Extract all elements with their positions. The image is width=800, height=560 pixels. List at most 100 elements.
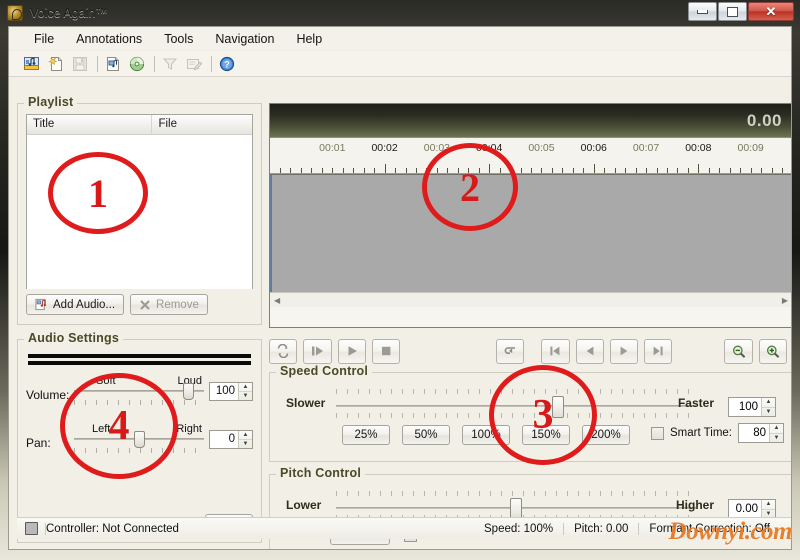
volume-spinner[interactable]: 100 ▲ ▼ <box>209 382 253 401</box>
playlist-column-file[interactable]: File <box>152 115 252 135</box>
loop-button[interactable] <box>269 339 297 364</box>
maximize-button[interactable] <box>718 2 747 21</box>
smart-time-checkbox[interactable] <box>651 427 664 440</box>
speed-decrement-button[interactable]: ▼ <box>762 408 775 417</box>
menu-item-navigation[interactable]: Navigation <box>204 29 285 49</box>
pan-ticks <box>74 448 204 453</box>
ruler-tick <box>740 168 741 173</box>
new-document-icon[interactable] <box>46 54 66 74</box>
audio-settings-title: Audio Settings <box>24 331 123 345</box>
volume-slider[interactable]: Soft Loud <box>74 375 204 409</box>
menu-item-help[interactable]: Help <box>285 29 333 49</box>
pitch-spinner-arrows: ▲ ▼ <box>761 500 775 518</box>
playlist-body[interactable] <box>27 135 252 289</box>
speed-preset-200[interactable]: 200% <box>582 425 630 445</box>
speed-ticks-bottom <box>336 413 696 418</box>
ruler-tick <box>677 168 678 173</box>
smart-time-decrement-button[interactable]: ▼ <box>770 434 783 443</box>
speed-spinner[interactable]: 100 ▲ ▼ <box>728 397 776 417</box>
stop-button[interactable] <box>372 339 400 364</box>
pitch-increment-button[interactable]: ▲ <box>762 500 775 510</box>
pitch-spinner[interactable]: 0.00 ▲ ▼ <box>728 499 776 519</box>
menu-item-file[interactable]: File <box>23 29 65 49</box>
volume-thumb[interactable] <box>183 383 194 400</box>
skip-to-start-button[interactable] <box>541 339 569 364</box>
volume-min-label: Soft <box>96 375 116 387</box>
right-panel: 0.00 00:0100:0200:0300:0400:0500:0600:07… <box>269 103 792 543</box>
waveform-scrollbar[interactable]: ◀ ▶ <box>270 292 792 307</box>
ruler-tick <box>385 164 386 173</box>
speed-track[interactable] <box>336 405 696 407</box>
resize-grip-icon[interactable] <box>786 523 792 535</box>
minimize-button[interactable] <box>688 2 717 21</box>
burn-disc-icon[interactable] <box>127 54 147 74</box>
volume-increment-button[interactable]: ▲ <box>239 383 252 392</box>
skip-to-end-button[interactable] <box>644 339 672 364</box>
remove-button[interactable]: Remove <box>130 294 208 315</box>
ruler-tick <box>301 168 302 173</box>
smart-time-spinner[interactable]: 80 ▲ ▼ <box>738 423 784 443</box>
open-audio-icon[interactable] <box>22 54 42 74</box>
loop-back-button[interactable] <box>496 339 524 364</box>
pan-slider[interactable]: Left Right <box>74 423 204 457</box>
pan-increment-button[interactable]: ▲ <box>239 431 252 440</box>
scroll-left-icon[interactable]: ◀ <box>272 296 282 305</box>
speed-increment-button[interactable]: ▲ <box>762 398 775 408</box>
ruler-tick <box>500 168 501 173</box>
pan-decrement-button[interactable]: ▼ <box>239 440 252 448</box>
ruler-tick <box>521 168 522 173</box>
ruler-tick <box>782 168 783 173</box>
timeline-ruler[interactable]: 00:0100:0200:0300:0400:0500:0600:0700:08… <box>270 138 792 174</box>
zoom-in-button[interactable] <box>759 339 787 364</box>
pitch-control-title: Pitch Control <box>276 466 365 480</box>
zoom-out-button[interactable] <box>724 339 752 364</box>
scroll-right-icon[interactable]: ▶ <box>780 296 790 305</box>
step-back-button[interactable] <box>576 339 604 364</box>
pan-spinner[interactable]: 0 ▲ ▼ <box>209 430 253 449</box>
ruler-tick <box>437 168 438 173</box>
smart-time-row: Smart Time: 80 ▲ ▼ <box>651 423 784 443</box>
ruler-tick <box>615 168 616 173</box>
filter-icon[interactable] <box>160 54 180 74</box>
speed-preset-100[interactable]: 100% <box>462 425 510 445</box>
export-document-icon[interactable] <box>103 54 123 74</box>
controller-icon <box>25 522 38 535</box>
ruler-tick <box>709 168 710 173</box>
ruler-tick <box>311 168 312 173</box>
save-icon[interactable] <box>70 54 90 74</box>
speed-preset-50[interactable]: 50% <box>402 425 450 445</box>
speed-preset-150[interactable]: 150% <box>522 425 570 445</box>
window-title: Voice Again™ <box>30 6 108 20</box>
ruler-label: 00:02 <box>371 142 397 154</box>
status-right: Speed: 100% Pitch: 0.00 Formant Correcti… <box>474 523 792 535</box>
help-icon[interactable]: ? <box>217 54 237 74</box>
add-audio-button[interactable]: Add Audio... <box>26 294 124 315</box>
speed-ticks-top <box>336 389 696 394</box>
ruler-tick <box>531 168 532 173</box>
menu-item-tools[interactable]: Tools <box>153 29 204 49</box>
client-area: File Annotations Tools Navigation Help <box>8 26 792 550</box>
pan-row: Pan: Left Right 0 ▲ ▼ <box>26 417 253 461</box>
speed-preset-25[interactable]: 25% <box>342 425 390 445</box>
minimize-icon <box>697 10 708 14</box>
waveform-panel: 0.00 00:0100:0200:0300:0400:0500:0600:07… <box>269 103 792 328</box>
play-pause-button[interactable] <box>303 339 331 364</box>
playlist-column-title[interactable]: Title <box>27 115 152 135</box>
playlist-table[interactable]: Title File <box>26 114 253 289</box>
volume-decrement-button[interactable]: ▼ <box>239 392 252 400</box>
play-button[interactable] <box>338 339 366 364</box>
ruler-tick <box>604 168 605 173</box>
ruler-label: 00:07 <box>633 142 659 154</box>
playlist-group: Playlist Title File <box>17 103 262 325</box>
smart-time-increment-button[interactable]: ▲ <box>770 424 783 434</box>
speed-spinner-arrows: ▲ ▼ <box>761 398 775 416</box>
speed-thumb[interactable] <box>552 396 564 418</box>
ruler-tick <box>447 168 448 173</box>
edit-note-icon[interactable] <box>184 54 204 74</box>
ruler-tick <box>510 168 511 173</box>
waveform-canvas[interactable] <box>270 174 792 292</box>
pan-thumb[interactable] <box>134 431 145 448</box>
menu-item-annotations[interactable]: Annotations <box>65 29 153 49</box>
close-button[interactable]: ✕ <box>748 2 794 21</box>
step-forward-button[interactable] <box>610 339 638 364</box>
